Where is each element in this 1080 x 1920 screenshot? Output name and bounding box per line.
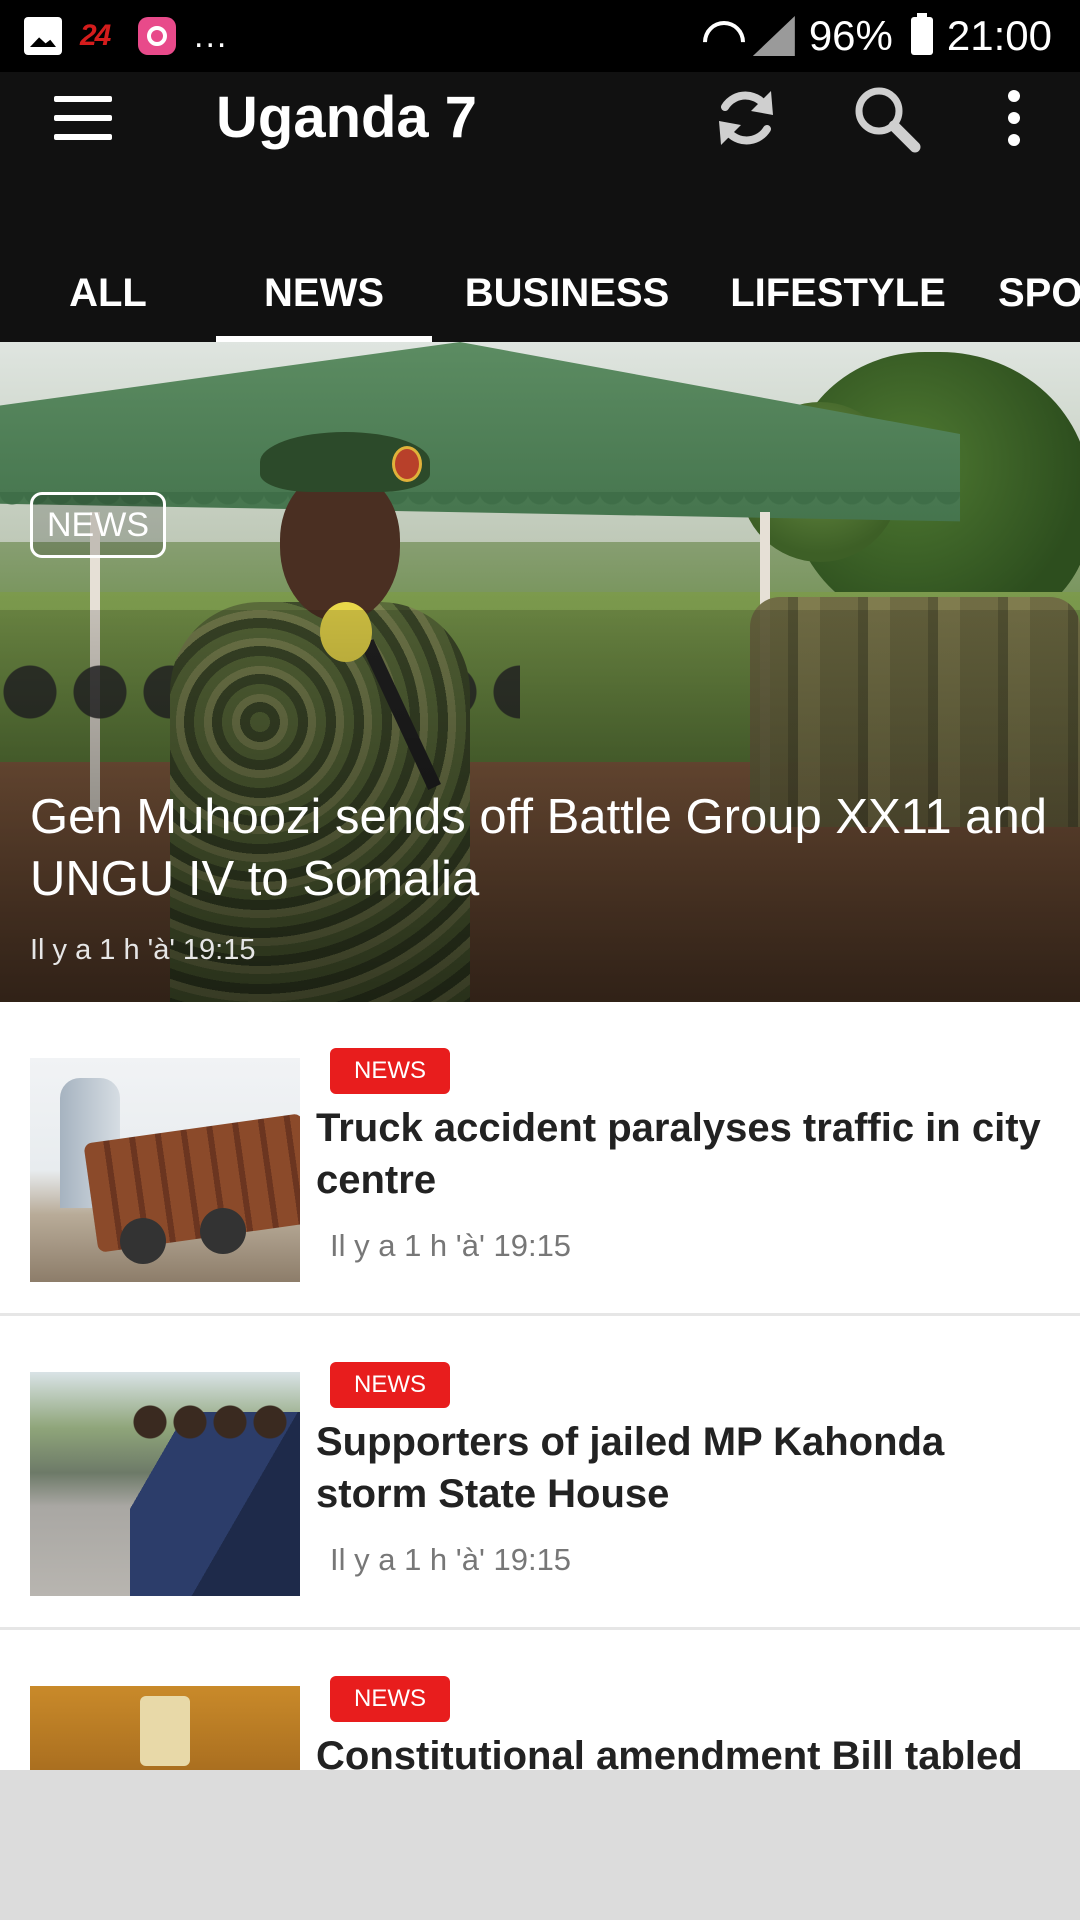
- article-thumbnail: [30, 1058, 300, 1282]
- hero-timestamp: Il y a 1 h 'à' 19:15: [30, 934, 256, 966]
- notification-app-icon: [138, 17, 176, 55]
- system-indicators: 96% 21:00: [701, 12, 1052, 60]
- battery-percentage: 96%: [808, 12, 893, 59]
- article-thumbnail: [30, 1372, 300, 1596]
- tab-news-label: NEWS: [264, 270, 384, 315]
- app-bar: Uganda 7 ALL NEWS BUSINESS LIFESTYLE SPO: [0, 72, 1080, 342]
- article-timestamp: Il y a 1 h 'à' 19:15: [330, 1542, 572, 1577]
- category-tabs: ALL NEWS BUSINESS LIFESTYLE SPO: [0, 244, 1080, 342]
- status-bar: 24 ... 96% 21:00: [0, 0, 1080, 72]
- hero-category-badge: NEWS: [30, 492, 166, 558]
- tab-lifestyle-label: LIFESTYLE: [730, 270, 946, 315]
- more-notifications-indicator: ...: [194, 17, 229, 55]
- article-item[interactable]: NEWS Constitutional amendment Bill table…: [0, 1630, 1080, 1770]
- tab-all-label: ALL: [69, 270, 147, 315]
- refresh-icon[interactable]: [706, 78, 786, 158]
- category-badge: NEWS: [330, 1362, 450, 1408]
- battery-icon: [910, 13, 933, 55]
- gallery-icon: [24, 17, 62, 55]
- signal-icon: [752, 16, 795, 56]
- more-vert-icon[interactable]: [974, 78, 1054, 158]
- article-timestamp: Il y a 1 h 'à' 19:15: [330, 1228, 572, 1263]
- article-title: Supporters of jailed MP Kahonda storm St…: [316, 1420, 945, 1516]
- notification-icons: 24 ...: [24, 16, 228, 56]
- article-item[interactable]: NEWS Supporters of jailed MP Kahonda sto…: [0, 1316, 1080, 1630]
- clock: 21:00: [946, 12, 1052, 59]
- article-title: Constitutional amendment Bill tabled: [316, 1734, 1023, 1770]
- tab-lifestyle[interactable]: LIFESTYLE: [702, 244, 974, 342]
- tab-sports-label: SPO: [998, 270, 1080, 315]
- category-badge: NEWS: [330, 1048, 450, 1094]
- menu-icon[interactable]: [54, 96, 112, 140]
- article-thumbnail: [30, 1686, 300, 1770]
- tab-all[interactable]: ALL: [0, 244, 216, 342]
- bottom-blank-area: [0, 1770, 1080, 1920]
- hero-title: Gen Muhoozi sends off Battle Group XX11 …: [30, 790, 1047, 906]
- tab-sports[interactable]: SPO: [974, 244, 1080, 342]
- tab-business-label: BUSINESS: [464, 270, 670, 315]
- article-title: Truck accident paralyses traffic in city…: [316, 1106, 1041, 1202]
- app-title: Uganda 7: [216, 85, 478, 150]
- app-24-icon: 24: [80, 19, 111, 52]
- tab-news[interactable]: NEWS: [216, 244, 432, 342]
- featured-article[interactable]: NEWS Gen Muhoozi sends off Battle Group …: [0, 342, 1080, 1002]
- category-badge: NEWS: [330, 1676, 450, 1722]
- tab-business[interactable]: BUSINESS: [432, 244, 702, 342]
- wifi-icon: [701, 19, 739, 53]
- article-item[interactable]: NEWS Truck accident paralyses traffic in…: [0, 1002, 1080, 1316]
- search-icon[interactable]: [846, 78, 926, 158]
